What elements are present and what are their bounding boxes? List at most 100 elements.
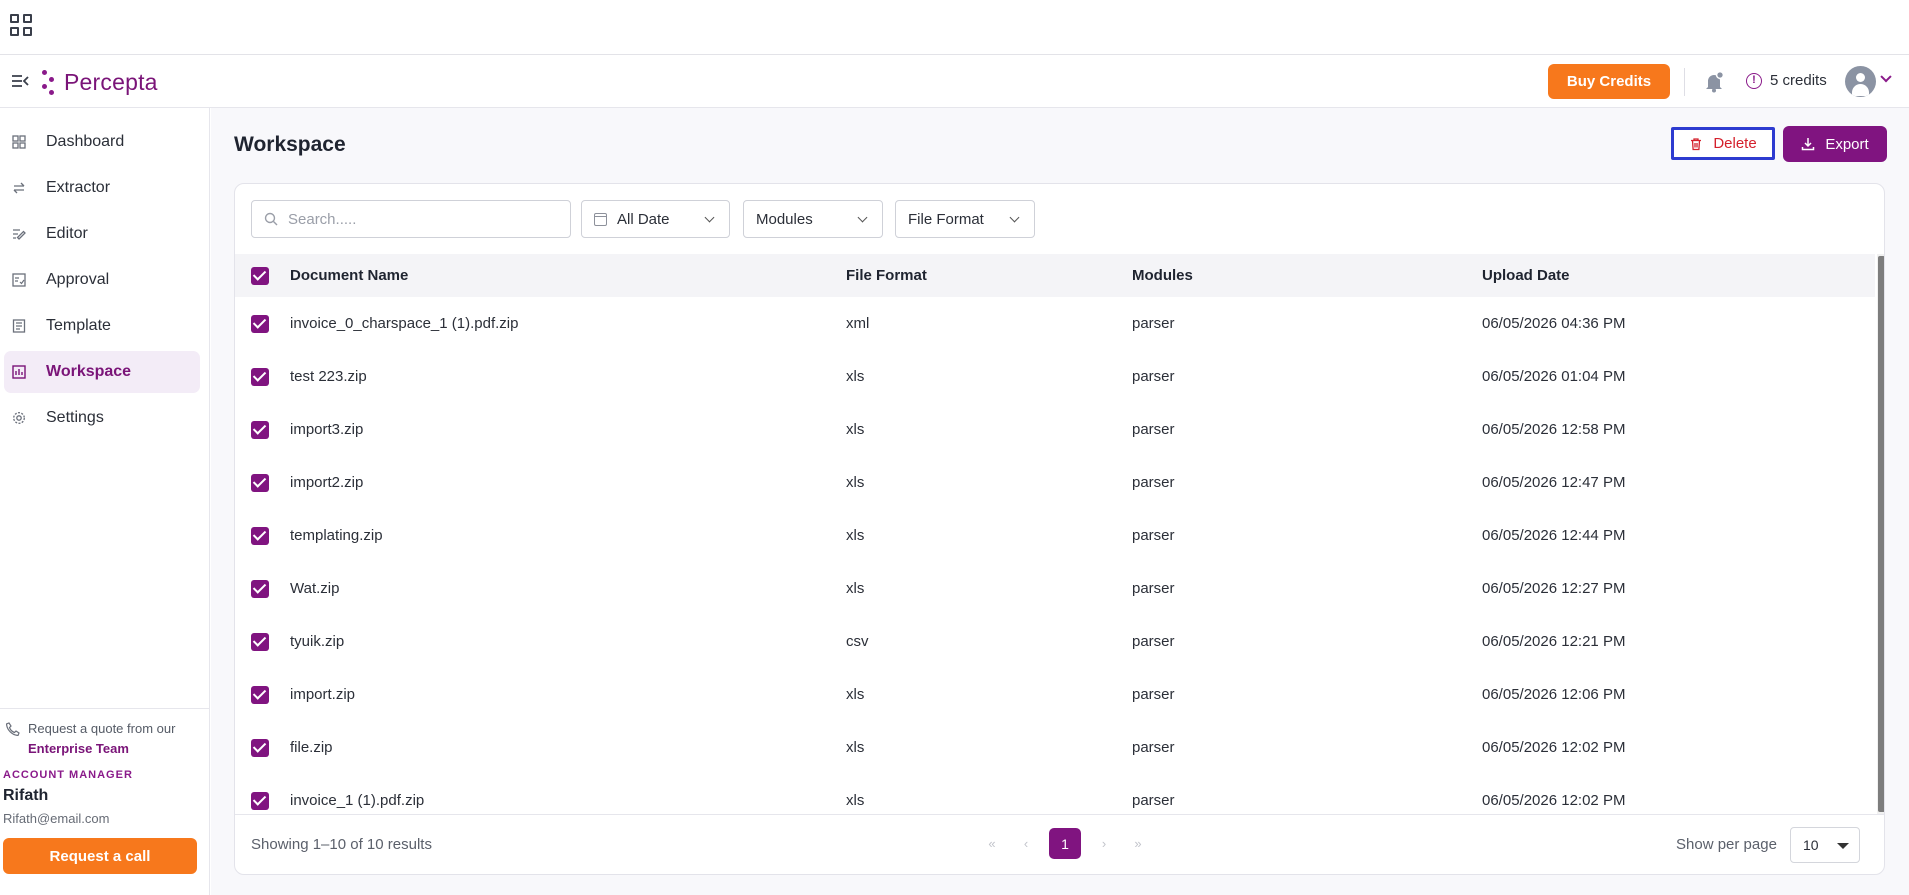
request-call-button[interactable]: Request a call [3, 838, 197, 874]
cell-file-format: xls [846, 421, 865, 438]
row-checkbox[interactable] [251, 791, 269, 810]
sidebar-item-label: Dashboard [46, 133, 125, 150]
chevron-down-icon[interactable] [1880, 71, 1892, 83]
row-checkbox[interactable] [251, 473, 269, 492]
cell-document-name: invoice_0_charspace_1 (1).pdf.zip [290, 315, 519, 332]
collapse-sidebar-icon[interactable] [11, 73, 29, 89]
select-all-checkbox[interactable] [251, 266, 269, 285]
search-box[interactable] [251, 200, 571, 238]
account-manager-name: Rifath [3, 787, 49, 804]
info-icon: ! [1746, 72, 1762, 89]
apps-grid-icon[interactable] [10, 14, 32, 36]
cell-document-name: invoice_1 (1).pdf.zip [290, 792, 425, 809]
prev-page-icon[interactable]: ‹ [1011, 829, 1041, 859]
cell-upload-date: 06/05/2026 12:21 PM [1482, 633, 1626, 650]
row-checkbox[interactable] [251, 367, 269, 386]
table-row[interactable]: import2.zip xls parser 06/05/2026 12:47 … [235, 456, 1875, 509]
row-checkbox[interactable] [251, 579, 269, 598]
per-page-select[interactable]: 10 [1790, 827, 1860, 863]
date-filter-dropdown[interactable]: All Date [581, 200, 730, 238]
header-divider [1684, 68, 1685, 96]
cell-module: parser [1132, 580, 1175, 597]
modules-filter-value: Modules [756, 210, 813, 228]
sidebar-item-label: Template [46, 317, 111, 334]
sidebar-item-approval[interactable]: Approval [4, 259, 200, 301]
table-row[interactable]: import.zip xls parser 06/05/2026 12:06 P… [235, 668, 1875, 721]
search-input[interactable] [288, 210, 548, 228]
sidebar-item-editor[interactable]: Editor [4, 213, 200, 255]
cell-upload-date: 06/05/2026 04:36 PM [1482, 315, 1626, 332]
table-header-row: Document Name File Format Modules Upload… [235, 254, 1875, 297]
sidebar-item-extractor[interactable]: Extractor [4, 167, 200, 209]
cell-upload-date: 06/05/2026 12:06 PM [1482, 686, 1626, 703]
page-button-current[interactable]: 1 [1049, 828, 1081, 859]
phone-icon [6, 722, 20, 736]
column-header-date[interactable]: Upload Date [1482, 254, 1875, 297]
column-header-format[interactable]: File Format [846, 254, 1132, 297]
pagination: « ‹ 1 › » [975, 828, 1155, 859]
cell-document-name: import.zip [290, 686, 356, 703]
logo[interactable]: Percepta [42, 68, 158, 96]
cell-document-name: templating.zip [290, 527, 383, 544]
app-name: Percepta [64, 68, 158, 95]
cell-file-format: xls [846, 474, 865, 491]
table-row[interactable]: Wat.zip xls parser 06/05/2026 12:27 PM [235, 562, 1875, 615]
per-page-value: 10 [1803, 837, 1819, 853]
row-checkbox[interactable] [251, 420, 269, 439]
sidebar-item-template[interactable]: Template [4, 305, 200, 347]
row-checkbox[interactable] [251, 632, 269, 651]
file-format-filter-dropdown[interactable]: File Format [895, 200, 1035, 238]
cell-upload-date: 06/05/2026 12:47 PM [1482, 474, 1626, 491]
buy-credits-button[interactable]: Buy Credits [1548, 64, 1670, 99]
cell-upload-date: 06/05/2026 12:02 PM [1482, 792, 1626, 809]
cell-module: parser [1132, 686, 1175, 703]
table-row[interactable]: file.zip xls parser 06/05/2026 12:02 PM [235, 721, 1875, 774]
sidebar-item-workspace[interactable]: Workspace [4, 351, 200, 393]
chevron-down-icon [857, 212, 868, 223]
modules-filter-dropdown[interactable]: Modules [743, 200, 883, 238]
column-header-modules[interactable]: Modules [1132, 254, 1482, 297]
delete-button[interactable]: Delete [1671, 127, 1775, 160]
row-checkbox[interactable] [251, 738, 269, 757]
sidebar: Dashboard Extractor Editor Approval Temp… [0, 108, 210, 895]
sidebar-item-dashboard[interactable]: Dashboard [4, 121, 200, 163]
workspace-icon [12, 365, 26, 379]
row-checkbox[interactable] [251, 314, 269, 333]
sidebar-item-label: Settings [46, 409, 104, 426]
table-row[interactable]: tyuik.zip csv parser 06/05/2026 12:21 PM [235, 615, 1875, 668]
export-button[interactable]: Export [1783, 126, 1887, 162]
cell-module: parser [1132, 633, 1175, 650]
credits-indicator[interactable]: ! 5 credits [1746, 72, 1827, 89]
table-row[interactable]: invoice_0_charspace_1 (1).pdf.zip xml pa… [235, 297, 1875, 350]
table-row[interactable]: invoice_1 (1).pdf.zip xls parser 06/05/2… [235, 774, 1875, 814]
row-checkbox[interactable] [251, 526, 269, 545]
cell-document-name: test 223.zip [290, 368, 367, 385]
cell-module: parser [1132, 368, 1175, 385]
first-page-icon[interactable]: « [977, 829, 1007, 859]
table-row[interactable]: templating.zip xls parser 06/05/2026 12:… [235, 509, 1875, 562]
search-icon [264, 212, 278, 226]
avatar[interactable] [1845, 66, 1876, 97]
cell-upload-date: 06/05/2026 12:44 PM [1482, 527, 1626, 544]
last-page-icon[interactable]: » [1123, 829, 1153, 859]
sidebar-item-label: Editor [46, 225, 88, 242]
cell-upload-date: 06/05/2026 01:04 PM [1482, 368, 1626, 385]
sidebar-item-settings[interactable]: Settings [4, 397, 200, 439]
account-panel: Request a quote from our Enterprise Team… [0, 708, 210, 874]
column-header-name[interactable]: Document Name [290, 254, 846, 297]
cell-file-format: xls [846, 580, 865, 597]
enterprise-team-link[interactable]: Enterprise Team [28, 739, 175, 759]
row-checkbox[interactable] [251, 685, 269, 704]
cell-module: parser [1132, 474, 1175, 491]
cell-module: parser [1132, 739, 1175, 756]
notification-bell-icon[interactable] [1703, 71, 1725, 93]
account-manager-label: ACCOUNT MANAGER [3, 769, 133, 781]
table-row[interactable]: test 223.zip xls parser 06/05/2026 01:04… [235, 350, 1875, 403]
export-label: Export [1825, 135, 1869, 153]
table-scrollbar-thumb[interactable] [1878, 256, 1884, 812]
table-row[interactable]: import3.zip xls parser 06/05/2026 12:58 … [235, 403, 1875, 456]
sidebar-item-label: Extractor [46, 179, 111, 196]
template-icon [12, 319, 26, 333]
next-page-icon[interactable]: › [1089, 829, 1119, 859]
top-bar [0, 0, 1909, 55]
